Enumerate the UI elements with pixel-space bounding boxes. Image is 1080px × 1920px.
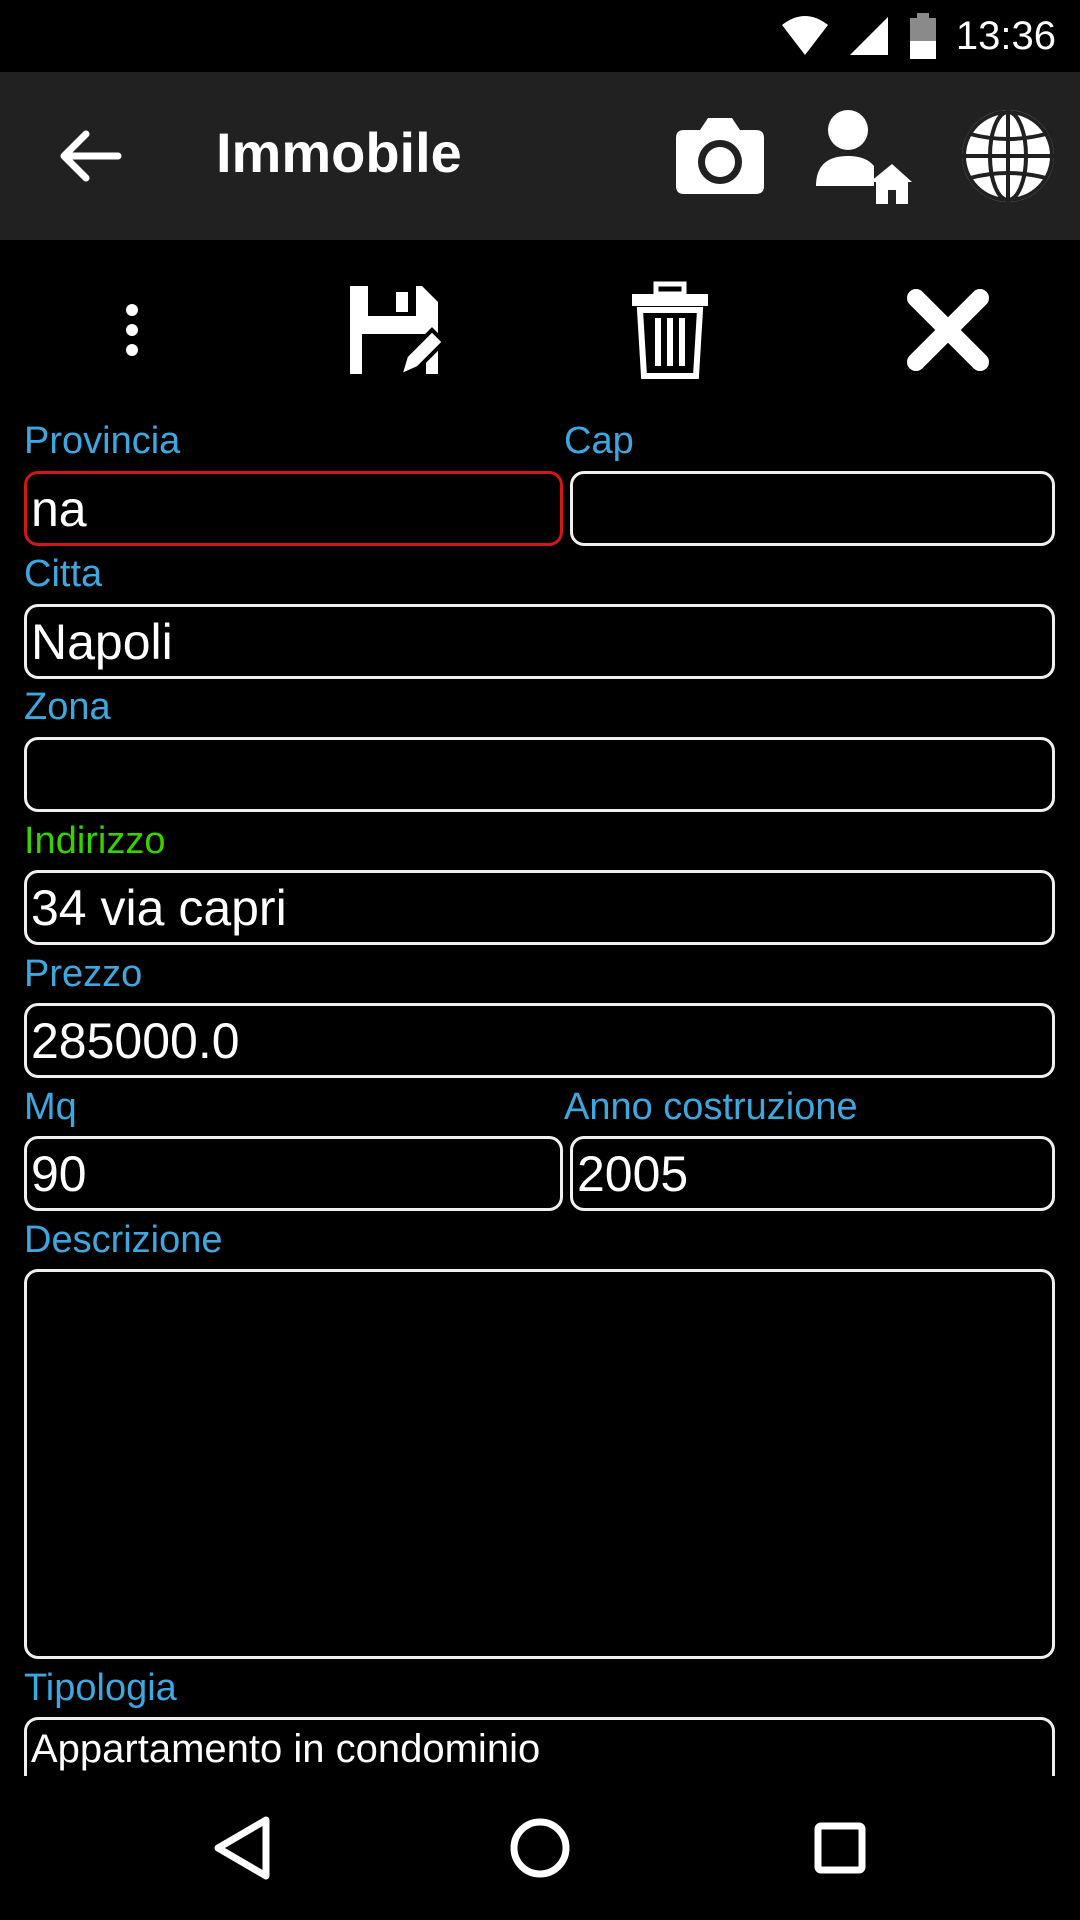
tipologia-field[interactable]: Appartamento in condominio: [24, 1717, 1055, 1777]
nav-back-icon[interactable]: [190, 1796, 294, 1900]
cap-label: Cap: [564, 420, 634, 462]
mq-label: Mq: [24, 1086, 77, 1128]
anno-field[interactable]: 2005: [570, 1136, 1055, 1211]
close-icon[interactable]: [898, 280, 998, 380]
mq-field[interactable]: 90: [24, 1136, 563, 1211]
prezzo-label: Prezzo: [24, 953, 143, 995]
anno-label: Anno costruzione: [564, 1086, 858, 1128]
save-icon[interactable]: [340, 276, 450, 386]
navigation-bar: [0, 1776, 1080, 1920]
app-bar: Immobile: [0, 72, 1080, 240]
provincia-label: Provincia: [24, 420, 181, 462]
signal-icon: [849, 17, 888, 55]
status-time: 13:36: [955, 13, 1056, 58]
indirizzo-label: Indirizzo: [24, 820, 166, 862]
edit-toolbar: [0, 240, 1080, 410]
descrizione-label: Descrizione: [24, 1219, 223, 1261]
contact-home-icon[interactable]: [804, 102, 912, 210]
nav-home-icon[interactable]: [488, 1796, 592, 1900]
battery-icon: [909, 13, 936, 59]
trash-icon[interactable]: [620, 280, 720, 380]
camera-icon[interactable]: [666, 102, 774, 210]
back-arrow-icon[interactable]: [48, 114, 132, 198]
cap-field[interactable]: [570, 471, 1055, 546]
status-bar: 13:36: [0, 0, 1080, 72]
more-options-icon[interactable]: [82, 280, 182, 380]
provincia-field[interactable]: na: [24, 471, 563, 546]
descrizione-field[interactable]: [24, 1269, 1055, 1659]
globe-icon[interactable]: [954, 102, 1062, 210]
nav-recents-icon[interactable]: [788, 1796, 892, 1900]
page-title: Immobile: [216, 121, 462, 184]
tipologia-label: Tipologia: [24, 1667, 177, 1709]
citta-field[interactable]: Napoli: [24, 604, 1055, 679]
prezzo-field[interactable]: 285000.0: [24, 1003, 1055, 1078]
zona-field[interactable]: [24, 737, 1055, 812]
citta-label: Citta: [24, 553, 103, 595]
indirizzo-field[interactable]: 34 via capri: [24, 870, 1055, 945]
wifi-icon: [781, 16, 828, 55]
zona-label: Zona: [24, 686, 111, 728]
